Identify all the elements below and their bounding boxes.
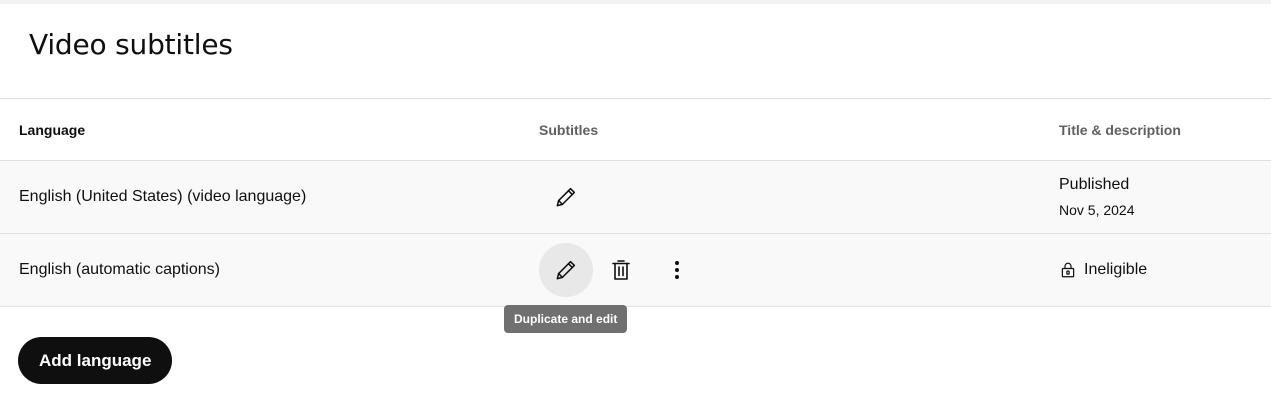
more-options-button[interactable]: [650, 243, 704, 297]
published-status: Published: [1059, 176, 1130, 193]
ineligible-status: Ineligible: [1084, 261, 1148, 278]
table-row: English (United States) (video language)…: [0, 161, 1271, 234]
top-band: [0, 0, 1271, 4]
more-vert-icon: [675, 261, 679, 279]
pencil-icon: [556, 187, 576, 207]
subtitles-column-header: Subtitles: [539, 121, 599, 138]
language-column-header[interactable]: Language: [19, 99, 85, 160]
trash-icon: [612, 260, 630, 280]
delete-subtitles-button[interactable]: [594, 243, 648, 297]
add-language-button[interactable]: Add language: [18, 337, 173, 384]
published-date: Nov 5, 2024: [1059, 202, 1135, 218]
duplicate-and-edit-button[interactable]: [539, 243, 593, 297]
duplicate-and-edit-tooltip: Duplicate and edit: [504, 305, 628, 333]
lock-icon: [1061, 262, 1075, 278]
pencil-icon: [556, 260, 576, 280]
title-description-status: Ineligible: [1059, 234, 1147, 306]
title-description-column-header: Title & description: [1059, 121, 1181, 138]
language-name: English (automatic captions): [19, 261, 220, 278]
page-title: Video subtitles: [29, 28, 233, 61]
table-row: English (automatic captions) Ineligible: [0, 234, 1271, 307]
edit-subtitles-button[interactable]: [539, 170, 593, 224]
title-description-status: Published Nov 5, 2024: [1059, 161, 1135, 233]
subtitle-table: Language Subtitles Title & description E…: [0, 98, 1271, 307]
language-name: English (United States) (video language): [19, 188, 307, 205]
table-header-row: Language Subtitles Title & description: [0, 99, 1271, 161]
